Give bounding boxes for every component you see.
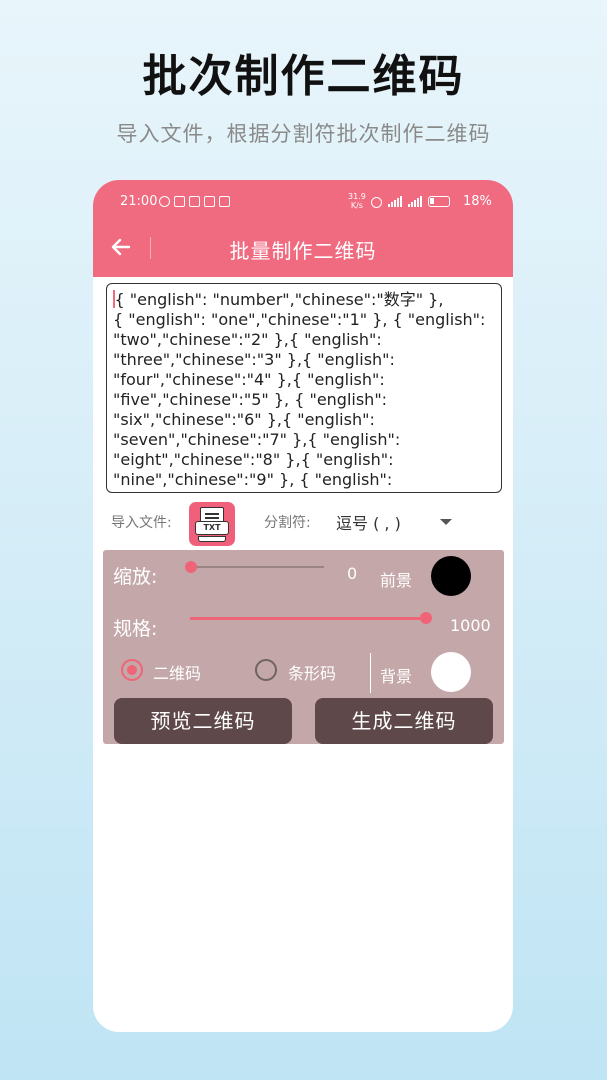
status-icons-right [371,194,450,208]
preview-qrcode-button[interactable]: 预览二维码 [114,698,292,744]
foreground-label: 前景 [380,571,413,590]
app-bar: 21:00 31.9 K/s 18% 批量制作二维码 [93,180,513,277]
signal-icon-2 [408,195,422,207]
zoom-value: 0 [347,564,358,583]
app-title: 批量制作二维码 [229,239,377,263]
status-time: 21:00 [120,194,158,209]
nfc-icon [174,196,185,207]
eye-icon [159,196,170,207]
separator-label: 分割符: [264,515,311,531]
zoom-slider-track[interactable] [188,566,324,568]
size-slider-thumb[interactable] [420,612,432,624]
promo-title: 批次制作二维码 [142,51,465,102]
vibrate-icon [204,196,215,207]
signal-icon [388,195,402,207]
zoom-slider-thumb[interactable] [185,561,197,573]
background-label: 背景 [380,667,413,686]
battery-percent: 18% [463,194,492,209]
zoom-label: 缩放: [113,566,158,588]
foreground-color-swatch[interactable] [431,556,471,596]
separator-select[interactable]: 逗号 ( , ) [336,510,401,534]
radio-barcode[interactable] [255,659,277,681]
hotspot-icon [371,197,382,208]
chevron-down-icon[interactable] [440,519,452,525]
app-badge-icon [219,196,230,207]
data-text-content: { "english": "number","chinese":"数字" }, … [113,290,486,489]
settings-panel: 缩放: 0 前景 规格: 1000 二维码 条形码 背景 预览二维码 生成二维码 [103,550,504,744]
promo-subtitle: 导入文件，根据分割符批次制作二维码 [116,122,491,146]
radio-qrcode[interactable] [121,659,143,681]
data-text-area[interactable]: { "english": "number","chinese":"数字" }, … [106,283,502,493]
txt-tray: TXT [195,521,229,535]
import-txt-icon[interactable]: TXT [189,502,235,546]
tray-base [198,536,226,542]
net-speed: 31.9 K/s [348,192,366,210]
background-color-swatch[interactable] [431,652,471,692]
generate-qrcode-button[interactable]: 生成二维码 [315,698,493,744]
radio-barcode-label: 条形码 [288,664,337,683]
size-label: 规格: [113,618,158,640]
status-icons-left [159,193,230,207]
panel-divider [370,653,371,693]
size-slider-track[interactable] [190,617,426,620]
phone-screen: 21:00 31.9 K/s 18% 批量制作二维码 {"english": … [93,180,513,1032]
notification-icon [189,196,200,207]
size-value: 1000 [450,616,491,635]
radio-qrcode-label: 二维码 [153,664,202,683]
import-file-label: 导入文件: [111,515,172,531]
battery-icon [428,195,450,207]
status-bar: 21:00 31.9 K/s 18% [93,192,513,212]
